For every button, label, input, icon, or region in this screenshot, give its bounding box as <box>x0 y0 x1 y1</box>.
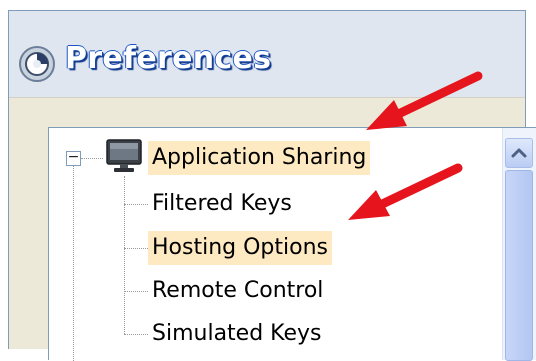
tree-item-label: Remote Control <box>152 278 324 303</box>
collapse-toggle[interactable]: − <box>66 150 81 166</box>
tree-item-simulated-keys[interactable]: Simulated Keys <box>148 317 326 351</box>
tree-item-filtered-keys[interactable]: Filtered Keys <box>148 187 296 221</box>
app-logo-icon <box>19 46 55 82</box>
scroll-thumb[interactable] <box>505 170 533 361</box>
tree-connector <box>124 334 148 335</box>
tree-connector <box>124 176 125 334</box>
tree-connector <box>73 166 74 361</box>
tree-item-remote-control[interactable]: Remote Control <box>148 274 327 308</box>
window-title: Preferences <box>65 41 272 76</box>
tree-connector <box>81 158 103 159</box>
tree-item-label: Hosting Options <box>148 231 332 265</box>
tree-connector <box>124 248 148 249</box>
scroll-up-button[interactable] <box>505 138 533 168</box>
chevron-up-icon <box>511 148 527 158</box>
tree-item-hosting-options[interactable]: Hosting Options <box>148 231 332 265</box>
tree-item-label: Filtered Keys <box>152 191 292 216</box>
vertical-scrollbar[interactable] <box>502 128 536 361</box>
tree-connector <box>124 204 148 205</box>
tree-connector <box>124 291 148 292</box>
monitor-icon <box>106 139 142 172</box>
annotation-arrow-icon <box>366 71 483 130</box>
tree-item-label: Simulated Keys <box>152 321 322 346</box>
annotation-arrow-icon <box>348 163 463 220</box>
